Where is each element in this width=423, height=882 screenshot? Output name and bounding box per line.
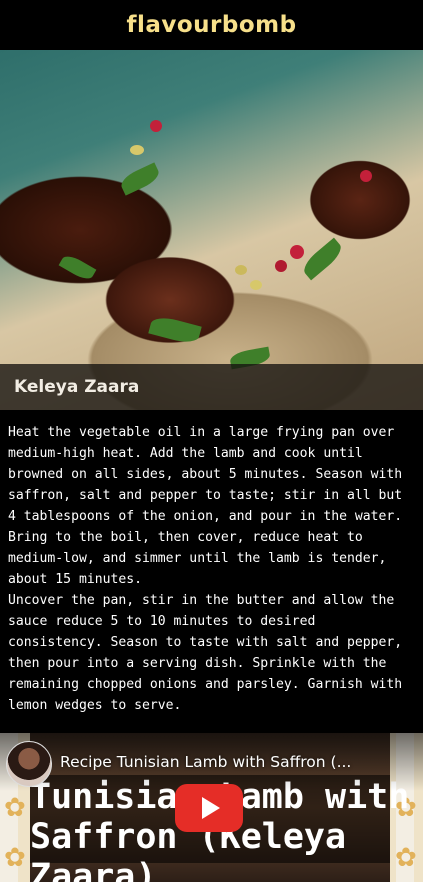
pomegranate-seed	[150, 120, 162, 132]
hero-image: Keleya Zaara	[0, 50, 423, 410]
recipe-instructions: Heat the vegetable oil in a large frying…	[0, 410, 423, 716]
pomegranate-seed	[290, 245, 304, 259]
pattern-icon: ✿	[4, 793, 26, 823]
herb-garnish	[58, 252, 97, 283]
pomegranate-seed	[275, 260, 287, 272]
recipe-title: Keleya Zaara	[14, 377, 140, 397]
play-button[interactable]	[175, 784, 243, 832]
herb-garnish	[118, 162, 162, 196]
play-icon	[202, 797, 220, 819]
pistachio-piece	[250, 280, 262, 290]
pistachio-piece	[235, 265, 247, 275]
instruction-paragraph: Uncover the pan, stir in the butter and …	[8, 593, 403, 713]
hero-caption: Keleya Zaara	[0, 364, 423, 410]
pomegranate-seed	[360, 170, 372, 182]
youtube-video-embed[interactable]: ✿ ✿ ✿ ✿ Tunisian Lamb with Saffron (Kele…	[0, 733, 423, 882]
instruction-paragraph: Heat the vegetable oil in a large frying…	[8, 425, 403, 587]
herb-garnish	[148, 313, 202, 347]
site-header: flavourbomb	[0, 0, 423, 50]
herb-garnish	[299, 237, 346, 281]
channel-avatar[interactable]	[6, 741, 52, 787]
pistachio-piece	[130, 145, 144, 155]
video-title[interactable]: Recipe Tunisian Lamb with Saffron (...	[60, 753, 400, 771]
pattern-icon: ✿	[4, 843, 26, 873]
pattern-icon: ✿	[395, 843, 417, 873]
brand-logo[interactable]: flavourbomb	[126, 12, 296, 38]
